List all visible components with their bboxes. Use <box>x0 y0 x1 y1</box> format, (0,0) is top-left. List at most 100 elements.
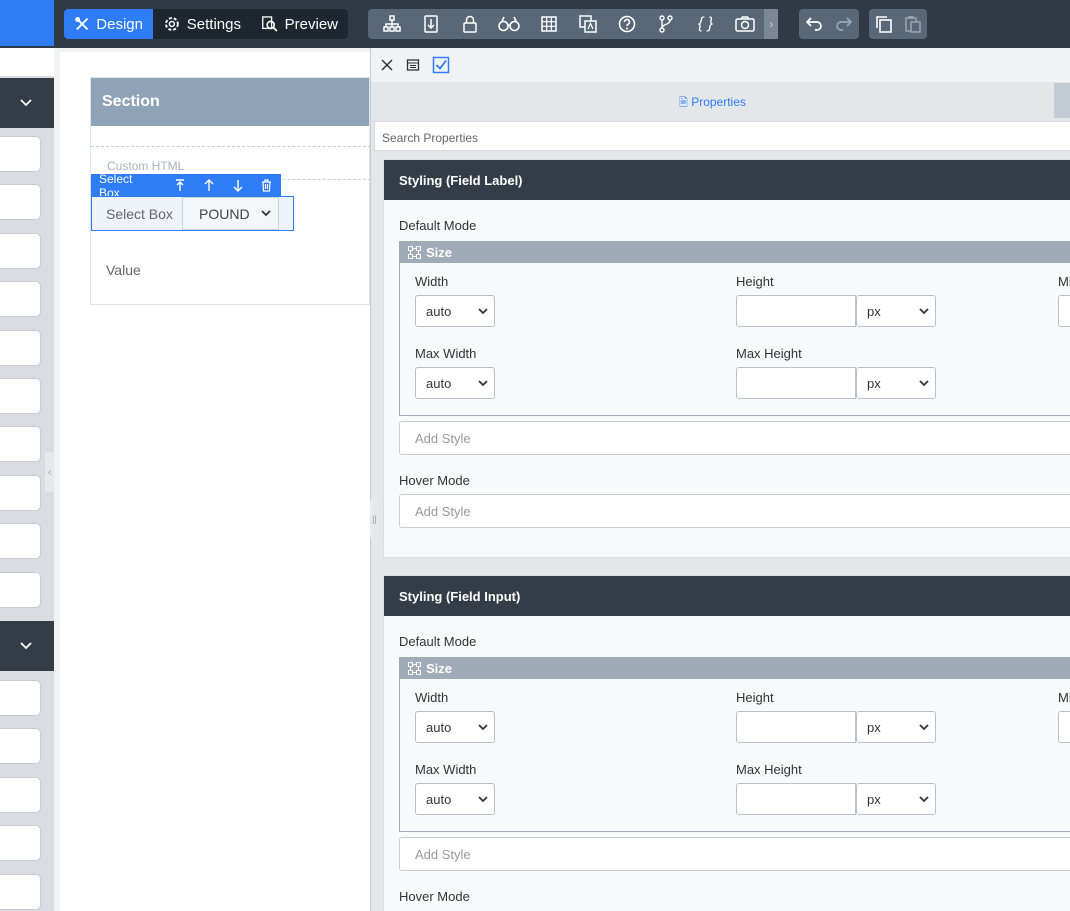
document-icon: 🗎 <box>679 97 688 109</box>
redo-icon[interactable] <box>829 9 859 39</box>
preview-label: Preview <box>284 15 338 33</box>
max-height-unit-select[interactable]: px <box>856 367 936 399</box>
max-width-select[interactable]: auto <box>415 367 495 399</box>
min-label: Mi <box>1058 690 1070 705</box>
size-group: Size Width auto Height px Mi Max Width a… <box>399 657 1070 832</box>
chevron-right-icon[interactable]: › <box>764 9 779 39</box>
sidebar-item[interactable] <box>0 523 41 559</box>
default-mode-label: Default Mode <box>399 218 477 233</box>
size-group: Size Width auto Height px Mi Max Width a… <box>399 241 1070 416</box>
height-input[interactable] <box>736 295 856 327</box>
sidebar-item[interactable] <box>0 378 41 414</box>
sidebar-collapse-handle[interactable]: ‹ <box>45 452 54 492</box>
section-title: Section <box>91 78 369 126</box>
paste-icon[interactable] <box>898 9 927 39</box>
chevron-down-icon <box>20 642 32 650</box>
copy-icon[interactable] <box>869 9 898 39</box>
resize-icon <box>408 246 421 259</box>
tab-other[interactable] <box>1054 83 1070 118</box>
undo-icon[interactable] <box>799 9 829 39</box>
sidebar-search-strip <box>0 48 54 76</box>
translate-icon[interactable] <box>568 9 607 39</box>
add-style-input[interactable]: Add Style <box>399 837 1070 871</box>
width-select[interactable]: auto <box>415 711 495 743</box>
design-tools-icon <box>75 16 89 31</box>
arrow-up-icon[interactable] <box>195 179 224 192</box>
sidebar-item[interactable] <box>0 184 41 220</box>
brand-corner <box>0 0 54 46</box>
select-box-label: Select Box <box>106 205 173 222</box>
sidebar-item[interactable] <box>0 281 41 317</box>
section-block[interactable]: Section Custom HTML Select Box Select Bo… <box>90 77 371 305</box>
height-unit-value: px <box>867 719 881 735</box>
height-unit-select[interactable]: px <box>856 295 936 327</box>
card-title[interactable]: Styling (Field Input) <box>384 576 1070 616</box>
sidebar-item[interactable] <box>0 728 41 764</box>
help-icon[interactable] <box>607 9 646 39</box>
height-unit-select[interactable]: px <box>856 711 936 743</box>
min-input[interactable] <box>1058 295 1070 327</box>
add-style-input[interactable]: Add Style <box>399 421 1070 455</box>
sidebar-item[interactable] <box>0 874 41 910</box>
width-select[interactable]: auto <box>415 295 495 327</box>
import-icon[interactable] <box>411 9 450 39</box>
close-icon[interactable] <box>380 58 394 72</box>
select-box-component[interactable]: Select Box POUND <box>91 196 294 231</box>
sidebar-group-header[interactable] <box>0 621 54 671</box>
width-value: auto <box>426 719 452 735</box>
grid-icon[interactable] <box>529 9 568 39</box>
panel-resize-handle[interactable]: || <box>370 498 379 540</box>
min-input[interactable] <box>1058 711 1070 743</box>
checkbox-checked-icon[interactable] <box>432 56 450 74</box>
chevron-down-icon <box>919 795 929 802</box>
select-box-dropdown[interactable]: POUND <box>182 197 279 230</box>
window-icon[interactable] <box>406 58 420 72</box>
sidebar-item[interactable] <box>0 825 41 861</box>
card-title[interactable]: Styling (Field Label) <box>384 160 1070 200</box>
min-label: Mi <box>1058 274 1070 289</box>
preview-button[interactable]: Preview <box>251 9 348 39</box>
canvas-page: Section Custom HTML Select Box Select Bo… <box>60 52 371 911</box>
card-styling-field-label: Styling (Field Label) Default Mode Size … <box>383 159 1070 558</box>
top-toolbar: Design Settings Preview { } › <box>0 0 1070 48</box>
branch-icon[interactable] <box>647 9 686 39</box>
hover-add-style-input[interactable]: Add Style <box>399 494 1070 528</box>
max-height-unit-select[interactable]: px <box>856 783 936 815</box>
hover-mode-label: Hover Mode <box>399 889 470 904</box>
search-input[interactable]: Search Properties <box>374 121 1070 151</box>
sitemap-icon[interactable] <box>372 9 411 39</box>
height-input[interactable] <box>736 711 856 743</box>
max-width-select[interactable]: auto <box>415 783 495 815</box>
design-label: Design <box>96 15 143 33</box>
tools-group: { } › <box>368 9 779 39</box>
chevron-down-icon <box>478 795 488 802</box>
sidebar-item[interactable] <box>0 777 41 813</box>
sidebar-item[interactable] <box>0 330 41 366</box>
camera-icon[interactable] <box>725 9 764 39</box>
width-label: Width <box>415 690 449 705</box>
chevron-down-icon <box>478 307 488 314</box>
move-to-parent-icon[interactable] <box>166 179 195 192</box>
arrow-down-icon[interactable] <box>223 179 252 192</box>
sidebar-item[interactable] <box>0 136 41 172</box>
settings-label: Settings <box>186 15 241 33</box>
tab-properties-label: Properties <box>691 95 746 109</box>
max-height-input[interactable] <box>736 367 856 399</box>
code-braces-icon[interactable]: { } <box>686 9 725 39</box>
lock-icon[interactable] <box>450 9 489 39</box>
design-button[interactable]: Design <box>64 9 153 39</box>
sidebar-item[interactable] <box>0 475 41 511</box>
max-height-input[interactable] <box>736 783 856 815</box>
max-width-label: Max Width <box>415 346 477 361</box>
size-header: Size <box>400 658 1070 679</box>
sidebar-item[interactable] <box>0 572 41 608</box>
sidebar-item[interactable] <box>0 680 41 716</box>
sidebar-item[interactable] <box>0 233 41 269</box>
binoculars-icon[interactable] <box>490 9 529 39</box>
settings-button[interactable]: Settings <box>153 9 251 39</box>
sidebar-item[interactable] <box>0 426 41 462</box>
tab-properties[interactable]: 🗎 Properties <box>679 94 746 113</box>
value-label: Value <box>106 262 141 278</box>
trash-icon[interactable] <box>252 179 281 192</box>
sidebar-group-header[interactable] <box>0 78 54 128</box>
